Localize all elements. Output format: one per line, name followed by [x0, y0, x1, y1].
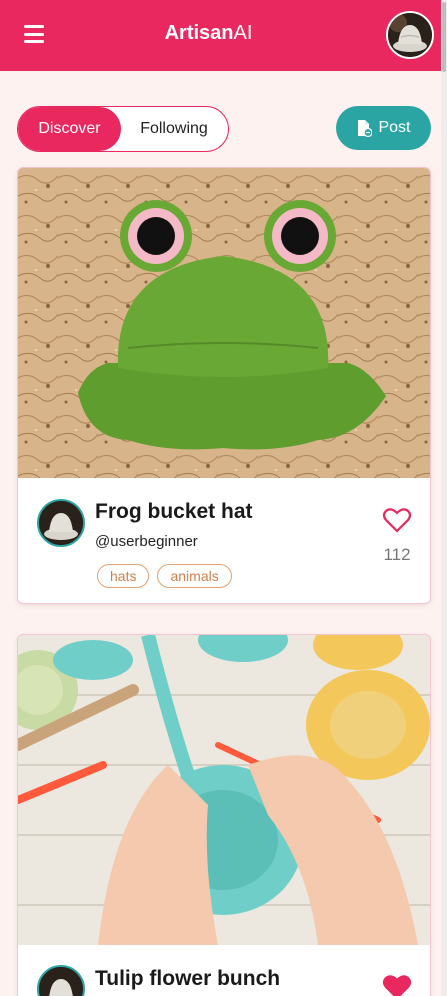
top-app-bar: ArtisanAI [0, 0, 447, 71]
heart-filled-icon[interactable] [382, 973, 412, 996]
brand-bold: Artisan [164, 22, 234, 44]
page-scrollbar[interactable] [441, 0, 447, 996]
post-button[interactable]: Post [336, 106, 431, 150]
feed-toggle: Discover Following [17, 106, 229, 152]
new-file-icon [358, 120, 373, 137]
app-brand: ArtisanAI [0, 22, 417, 45]
like-count: 112 [383, 545, 411, 564]
tab-following[interactable]: Following [121, 107, 227, 151]
tag-chip[interactable]: hats [97, 564, 150, 588]
post-image[interactable] [18, 168, 430, 478]
author-avatar[interactable] [37, 499, 85, 547]
post-title[interactable]: Frog bucket hat [95, 500, 253, 524]
post-image[interactable] [18, 635, 430, 945]
post-button-label: Post [378, 119, 411, 136]
author-avatar[interactable] [37, 965, 85, 996]
avatar-hat-image [388, 13, 432, 57]
author-hat-image [39, 501, 83, 545]
tag-list: hats animals [97, 564, 232, 588]
author-hat-image [39, 967, 83, 996]
crochet-photo [18, 635, 430, 945]
tag-chip[interactable]: animals [157, 564, 232, 588]
heart-outline-icon[interactable] [382, 506, 412, 534]
frog-hat-photo [18, 168, 430, 478]
post-card[interactable]: Tulip flower bunch [17, 634, 431, 996]
post-username[interactable]: @userbeginner [95, 533, 198, 550]
post-card[interactable]: Frog bucket hat @userbeginner hats anima… [17, 167, 431, 604]
post-title[interactable]: Tulip flower bunch [95, 967, 280, 991]
profile-avatar[interactable] [386, 11, 434, 59]
tab-discover[interactable]: Discover [18, 107, 121, 151]
brand-light: AI [233, 22, 253, 44]
